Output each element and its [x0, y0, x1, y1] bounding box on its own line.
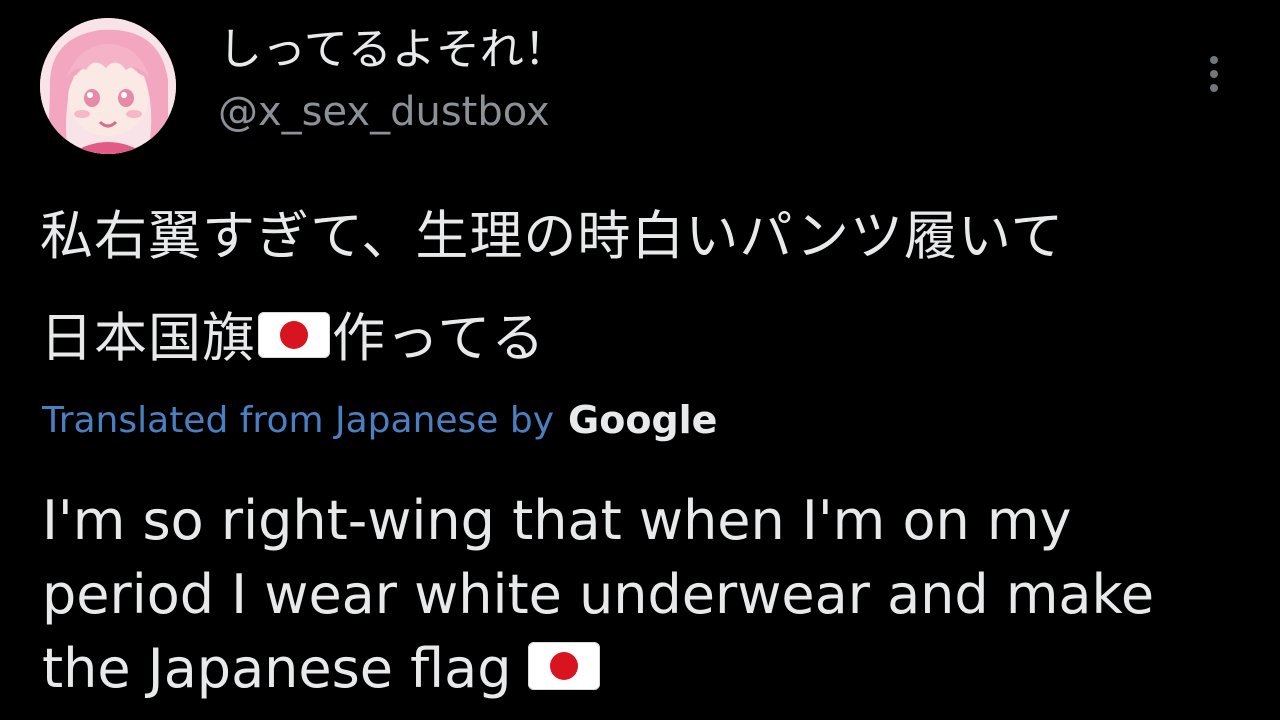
user-handle[interactable]: @x_sex_dustbox: [218, 88, 550, 136]
google-logo-text: Google: [568, 398, 718, 442]
original-text-line-1: 私右翼すぎて、生理の時白いパンツ履いて: [40, 206, 1065, 267]
original-text-line-2: 日本国旗 作ってる: [40, 288, 1250, 390]
tweet-card: しってるよそれ！ @x_sex_dustbox 私右翼すぎて、生理の時白いパンツ…: [0, 0, 1280, 720]
more-vertical-icon: [1210, 56, 1218, 64]
more-vertical-icon-dot: [1210, 84, 1218, 92]
display-name[interactable]: しってるよそれ！: [218, 24, 568, 76]
translated-from-label[interactable]: Translated from Japanese by: [42, 400, 554, 441]
more-options-button[interactable]: [1196, 46, 1232, 102]
translated-tweet-text: I'm so right-wing that when I'm on my pe…: [42, 484, 1242, 706]
translation-attribution: Translated from Japanese by Google: [42, 392, 717, 448]
japan-flag-icon: [258, 312, 330, 359]
flag-sun: [280, 321, 308, 350]
original-text-part-1: 日本国旗: [40, 308, 256, 369]
original-tweet-text: 私右翼すぎて、生理の時白いパンツ履いて 日本国旗 作ってる: [40, 186, 1250, 390]
original-text-part-2: 作ってる: [332, 308, 546, 369]
avatar-illustration: [40, 18, 176, 154]
more-vertical-icon-dot: [1210, 70, 1218, 78]
flag-sun: [549, 652, 578, 681]
japan-flag-icon: [527, 642, 600, 691]
avatar[interactable]: [40, 18, 176, 154]
